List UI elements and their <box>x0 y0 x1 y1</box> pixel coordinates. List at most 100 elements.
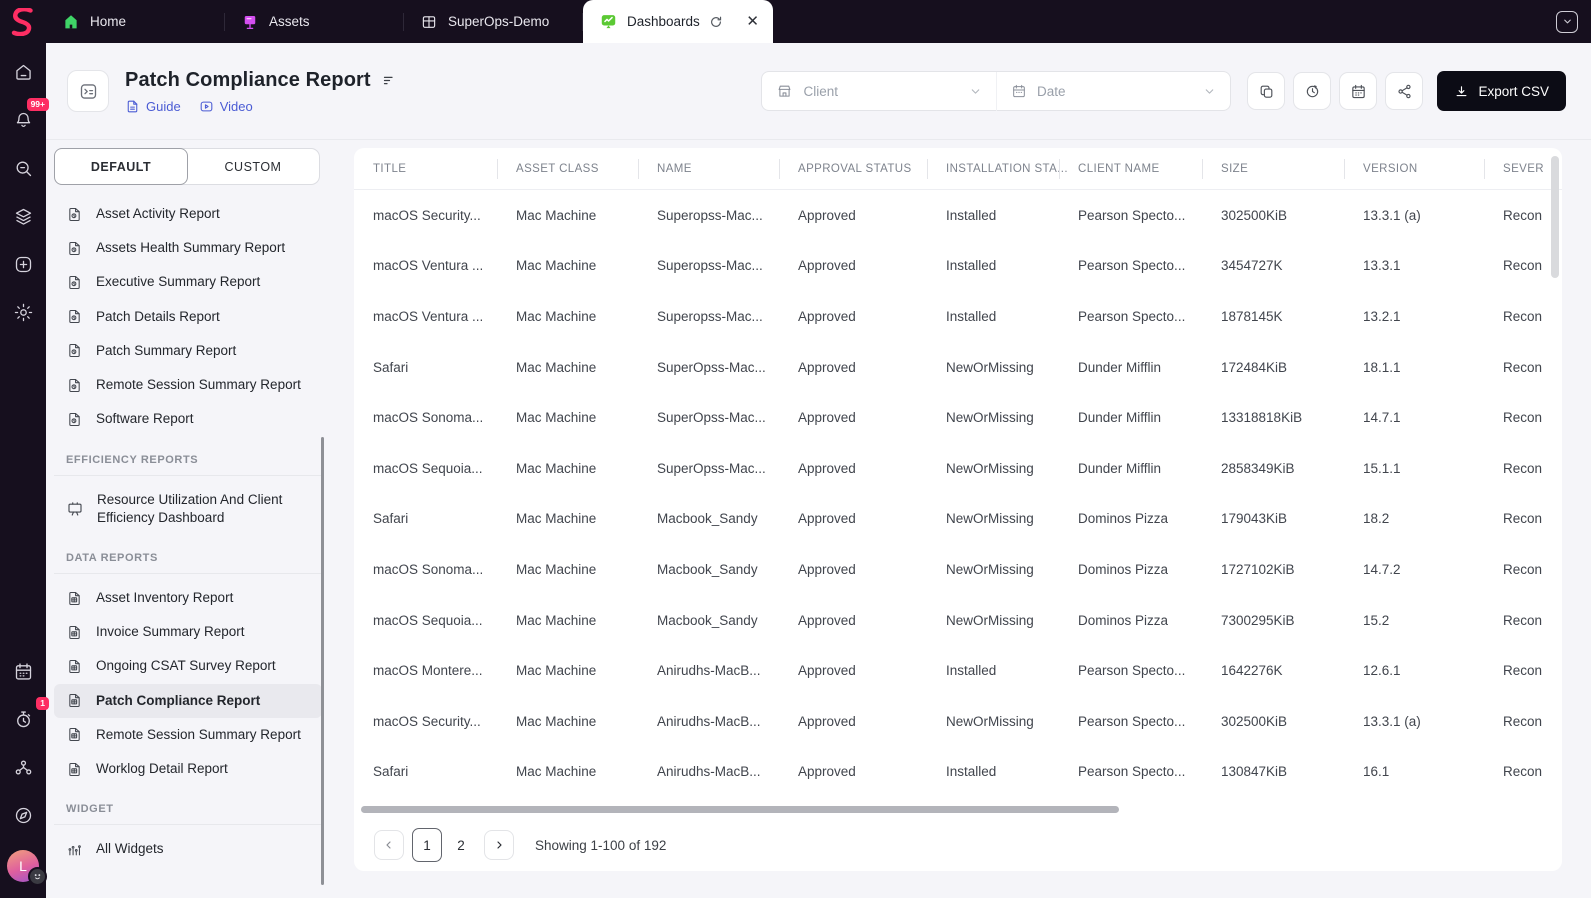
report-item-patch-summary-report[interactable]: Patch Summary Report <box>54 334 322 368</box>
browser-tab-dashboards[interactable]: Dashboards ✕ <box>583 0 773 43</box>
table-row[interactable]: macOS Ventura ... Mac Machine Superopss-Ma… <box>354 241 1562 292</box>
duplicate-button[interactable] <box>1247 72 1286 110</box>
report-item-software-report[interactable]: Software Report <box>54 402 322 436</box>
table-cell: macOS Security... <box>373 713 481 729</box>
report-type-tabs: DEFAULT CUSTOM <box>54 148 320 185</box>
vertical-scrollbar[interactable] <box>1551 156 1559 278</box>
report-item-resource-utilization-and-client-efficiency-dashboard[interactable]: Resource Utilization And Client Efficien… <box>54 483 322 535</box>
prev-page-button[interactable] <box>374 830 404 860</box>
notifications-icon[interactable]: 99+ <box>6 98 49 137</box>
guide-link[interactable]: Guide <box>125 99 181 114</box>
report-item-worklog-detail-report[interactable]: Worklog Detail Report <box>54 752 322 786</box>
report-item-invoice-summary-report[interactable]: Invoice Summary Report <box>54 615 322 649</box>
window-chevron-icon[interactable] <box>1556 10 1578 33</box>
report-item-remote-session-summary-report[interactable]: Remote Session Summary Report <box>54 368 322 402</box>
report-item-label: Patch Details Report <box>96 308 220 324</box>
table-row[interactable]: macOS Ventura ... Mac Machine Superopss-Ma… <box>354 291 1562 342</box>
close-tab-icon[interactable]: ✕ <box>746 14 759 29</box>
sort-lines-icon[interactable] <box>382 73 397 88</box>
table-cell: 7300295KiB <box>1221 612 1295 628</box>
report-item-patch-compliance-report[interactable]: Patch Compliance Report <box>54 683 322 718</box>
client-filter[interactable]: Client <box>762 72 996 110</box>
avatar[interactable]: L <box>7 850 47 886</box>
calendar-icon[interactable] <box>6 654 40 688</box>
table-cell: 13.3.1 <box>1363 258 1401 274</box>
assistant-badge-icon[interactable] <box>28 867 47 886</box>
table-cell: Dunder Mifflin <box>1078 460 1162 476</box>
table-cell: 12.6.1 <box>1363 663 1401 679</box>
table-cell: Superopss-Mac... <box>657 308 763 324</box>
report-item-remote-session-summary-report[interactable]: Remote Session Summary Report <box>54 718 322 752</box>
dashboards-tab-icon <box>599 12 618 31</box>
column-header-version[interactable]: VERSION <box>1344 163 1484 175</box>
home-icon[interactable] <box>6 55 40 89</box>
table-cell: Mac Machine <box>516 764 597 780</box>
sidebar-tab-default[interactable]: DEFAULT <box>54 148 188 185</box>
tab-label: SuperOps-Demo <box>448 14 550 29</box>
table-row[interactable]: macOS Sonoma... Mac Machine SuperOpss-Mac.… <box>354 392 1562 443</box>
table-cell: Approved <box>798 258 856 274</box>
table-row[interactable]: macOS Sonoma... Mac Machine Macbook_Sandy A… <box>354 544 1562 595</box>
add-icon[interactable] <box>6 247 40 281</box>
section-title-widget: WIDGET <box>54 786 322 826</box>
column-header-approval-status[interactable]: APPROVAL STATUS <box>779 163 927 175</box>
table-cell: Installed <box>946 663 997 679</box>
table-cell: SuperOpss-Mac... <box>657 460 766 476</box>
refresh-icon[interactable] <box>709 15 723 29</box>
schedule-button[interactable] <box>1339 72 1378 110</box>
table-row[interactable]: macOS Sequoia... Mac Machine Macbook_Sandy… <box>354 595 1562 646</box>
report-item-asset-activity-report[interactable]: Asset Activity Report <box>54 197 322 231</box>
settings-icon[interactable] <box>6 295 40 329</box>
share-button[interactable] <box>1385 72 1424 110</box>
report-item-patch-details-report[interactable]: Patch Details Report <box>54 300 322 334</box>
report-item-all-widgets[interactable]: All Widgets <box>54 832 322 866</box>
column-header-asset-class[interactable]: ASSET CLASS <box>497 163 638 175</box>
table-row[interactable]: macOS Sequoia... Mac Machine SuperOpss-Mac… <box>354 443 1562 494</box>
table-cell: Pearson Specto... <box>1078 258 1186 274</box>
table-cell: Macbook_Sandy <box>657 612 758 628</box>
history-button[interactable] <box>1293 72 1332 110</box>
search-icon[interactable] <box>6 151 40 185</box>
report-item-executive-summary-report[interactable]: Executive Summary Report <box>54 265 322 299</box>
table-row[interactable]: Safari Mac Machine Macbook_Sandy Approved Ne… <box>354 494 1562 545</box>
report-type-icon <box>67 70 109 112</box>
report-item-label: Asset Inventory Report <box>96 589 234 605</box>
page-button-1[interactable]: 1 <box>412 828 442 862</box>
sidebar-tab-custom[interactable]: CUSTOM <box>187 149 319 184</box>
browser-tab-superops-demo[interactable]: SuperOps-Demo <box>404 0 582 43</box>
column-header-title[interactable]: TITLE <box>354 163 497 175</box>
superops-logo[interactable] <box>0 0 46 43</box>
table-row[interactable]: Safari Mac Machine SuperOpss-Mac... Approve… <box>354 342 1562 393</box>
workflow-icon[interactable] <box>6 750 40 784</box>
table-cell: macOS Ventura ... <box>373 258 484 274</box>
compass-icon[interactable] <box>6 798 40 832</box>
table-cell: Approved <box>798 612 856 628</box>
column-header-installation-sta[interactable]: INSTALLATION STA... <box>927 163 1068 175</box>
page-button-2[interactable]: 2 <box>446 828 476 862</box>
table-cell: Installed <box>946 207 997 223</box>
table-row[interactable]: macOS Security... Mac Machine Superopss-Ma… <box>354 190 1562 241</box>
export-csv-button[interactable]: Export CSV <box>1437 71 1566 111</box>
report-item-ongoing-csat-survey-report[interactable]: Ongoing CSAT Survey Report <box>54 649 322 683</box>
browser-tab-assets[interactable]: Assets <box>225 0 403 43</box>
timer-icon[interactable]: 1 <box>6 697 49 736</box>
report-item-asset-inventory-report[interactable]: Asset Inventory Report <box>54 581 322 615</box>
video-link[interactable]: Video <box>199 99 253 114</box>
date-filter[interactable]: Date <box>997 72 1231 110</box>
assets-tab-icon <box>241 13 259 31</box>
column-header-client-name[interactable]: CLIENT NAME <box>1059 163 1202 175</box>
table-cell: 13.2.1 <box>1363 308 1401 324</box>
table-row[interactable]: macOS Security... Mac Machine Anirudhs-Mac… <box>354 696 1562 747</box>
layers-icon[interactable] <box>6 199 40 233</box>
panel-scrollbar[interactable] <box>321 437 324 885</box>
table-row[interactable]: macOS Montere... Mac Machine Anirudhs-MacB… <box>354 645 1562 696</box>
table-cell: NewOrMissing <box>946 511 1034 527</box>
horizontal-scrollbar[interactable] <box>361 806 1119 813</box>
table-row[interactable]: Safari Mac Machine Anirudhs-MacB... Approve… <box>354 747 1562 798</box>
browser-tab-home[interactable]: Home <box>46 0 224 43</box>
report-item-assets-health-summary-report[interactable]: Assets Health Summary Report <box>54 231 322 265</box>
column-header-name[interactable]: NAME <box>638 163 779 175</box>
table-cell: Dominos Pizza <box>1078 612 1169 628</box>
column-header-size[interactable]: SIZE <box>1202 163 1344 175</box>
next-page-button[interactable] <box>484 830 514 860</box>
